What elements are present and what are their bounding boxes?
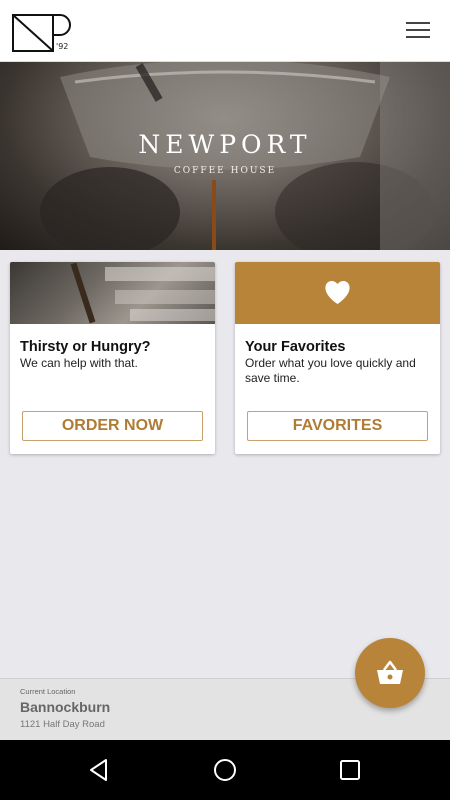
home-icon[interactable] <box>212 757 238 783</box>
back-icon[interactable] <box>86 757 112 783</box>
card-title: Thirsty or Hungry? <box>20 339 151 355</box>
favorites-banner <box>235 262 440 324</box>
espresso-photo <box>10 262 215 324</box>
hero-subtitle: COFFEE HOUSE <box>173 166 277 176</box>
card-text: Order what you love quickly and save tim… <box>245 356 416 385</box>
system-nav-bar <box>0 740 450 800</box>
location-label: Current Location <box>20 687 76 696</box>
card-text: We can help with that. <box>20 356 138 370</box>
app-bar: '92 <box>0 0 450 62</box>
cart-button[interactable] <box>355 638 425 708</box>
hamburger-menu-icon[interactable] <box>406 22 430 40</box>
hero-title: NEWPORT <box>138 130 312 159</box>
order-card[interactable]: Thirsty or Hungry? We can help with that… <box>10 262 215 454</box>
recents-icon[interactable] <box>337 757 363 783</box>
basket-icon <box>377 660 403 684</box>
heart-icon <box>325 280 350 304</box>
location-name: Bannockburn <box>20 699 111 715</box>
logo-year: '92 <box>56 42 69 51</box>
location-address: 1121 Half Day Road <box>20 719 105 730</box>
favorites-card[interactable]: Your Favorites Order what you love quick… <box>235 262 440 454</box>
order-now-button[interactable]: ORDER NOW <box>22 411 203 441</box>
favorites-button[interactable]: FAVORITES <box>247 411 428 441</box>
card-title: Your Favorites <box>245 339 346 355</box>
hero-banner: NEWPORT COFFEE HOUSE <box>0 62 450 250</box>
